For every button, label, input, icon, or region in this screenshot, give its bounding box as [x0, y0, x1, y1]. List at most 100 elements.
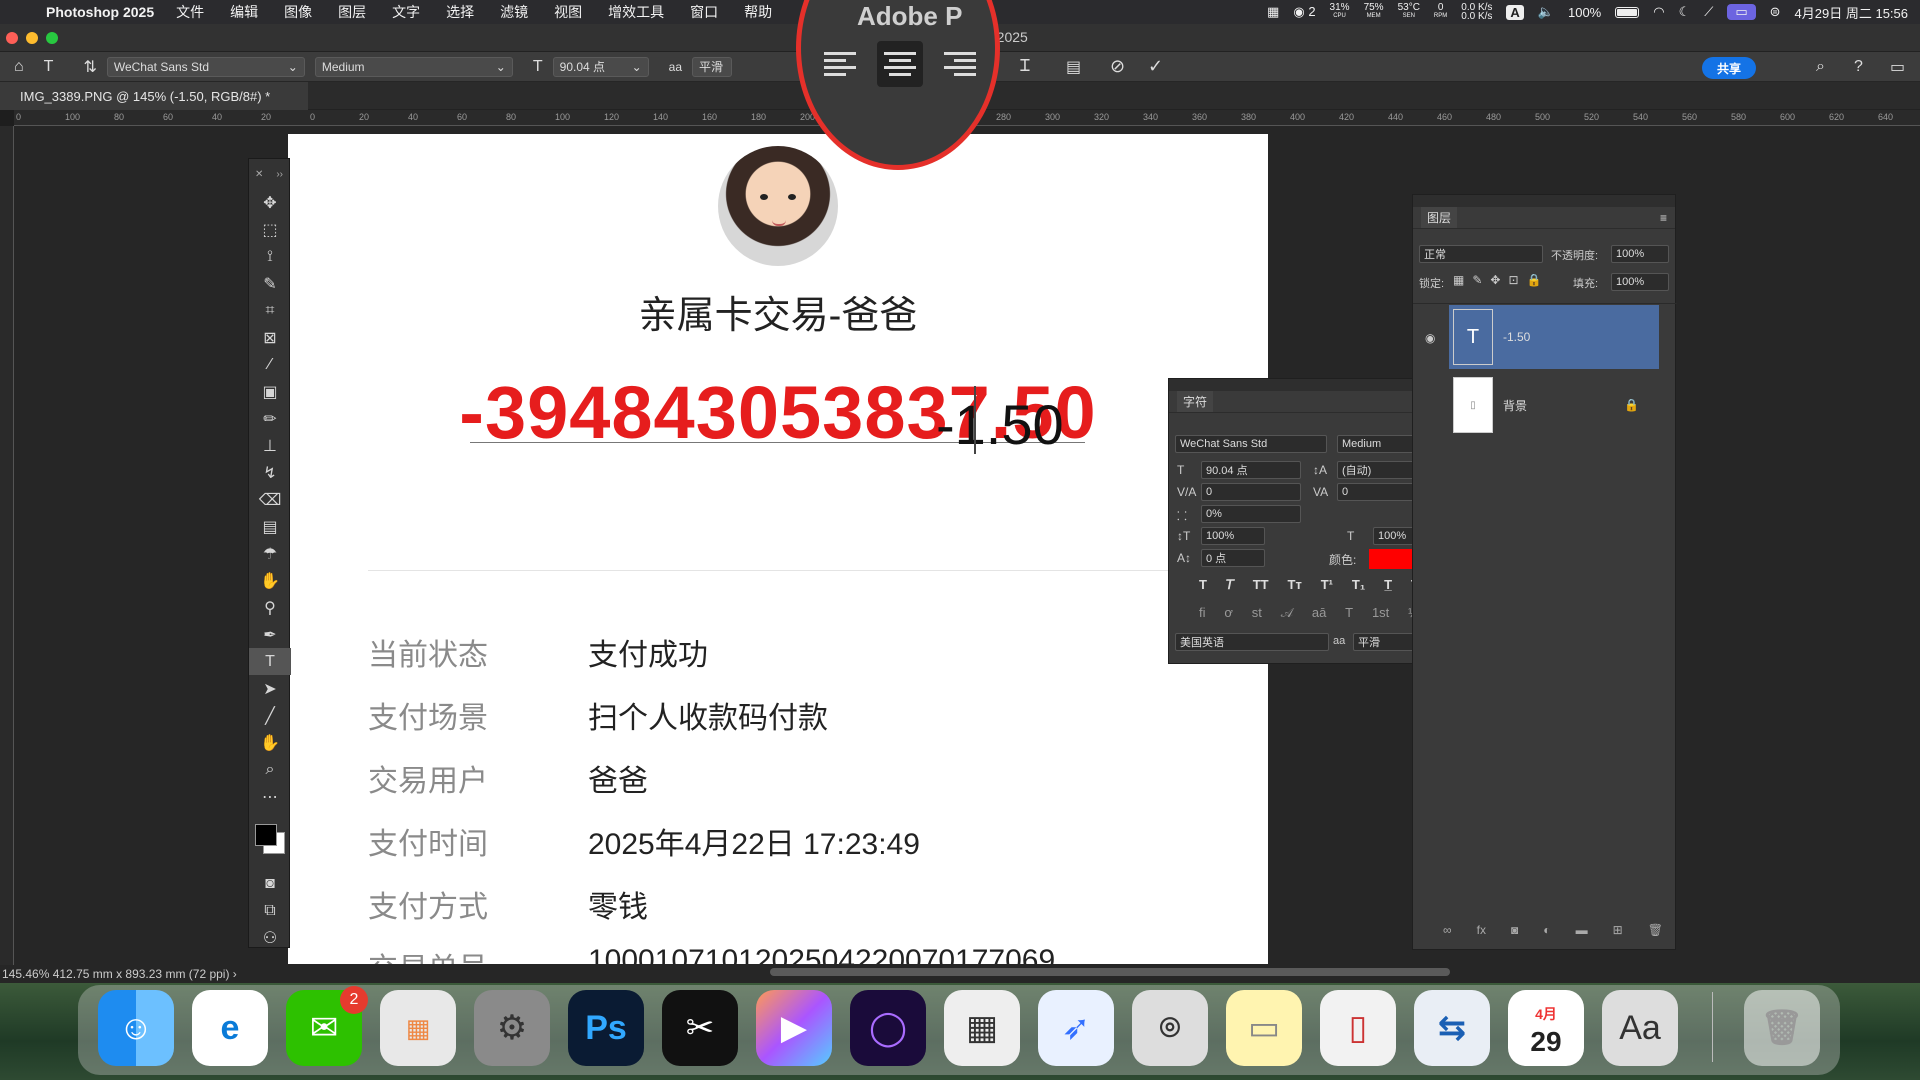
trash-icon[interactable]: 🗑 — [1648, 923, 1663, 937]
align-left-button[interactable] — [817, 41, 863, 87]
calendar-icon[interactable]: 4月 29 — [1508, 990, 1584, 1066]
crop-tool-icon[interactable]: ⌗ — [249, 297, 291, 324]
tsume-field[interactable]: 0% — [1201, 505, 1301, 523]
dictionary-icon[interactable]: Aa — [1602, 990, 1678, 1066]
faux-bold-icon[interactable]: T — [1199, 577, 1207, 593]
imazing-icon[interactable]: ▯ — [1320, 990, 1396, 1066]
screen-mirror-icon[interactable]: ▭ — [1727, 4, 1756, 20]
eraser-tool-icon[interactable]: ⌫ — [249, 486, 291, 513]
menu-window[interactable]: 窗口 — [690, 2, 718, 22]
minimize-window-button[interactable] — [26, 32, 38, 44]
control-center-icon[interactable]: ⊜ — [1770, 4, 1781, 20]
type-tool-icon[interactable]: T — [249, 648, 291, 675]
pen-tool-icon[interactable]: ✒ — [249, 621, 291, 648]
menu-select[interactable]: 选择 — [446, 2, 474, 22]
grid-icon[interactable]: ▦ — [1267, 4, 1279, 20]
move-tool-icon[interactable]: ✥ — [249, 189, 291, 216]
type-tool-icon[interactable]: T — [44, 58, 54, 76]
menu-layer[interactable]: 图层 — [338, 2, 366, 22]
search-icon[interactable]: ⌕ — [1816, 58, 1825, 76]
language-select[interactable]: 美国英语 — [1175, 633, 1329, 651]
contextual-alternates-icon[interactable]: ơ — [1224, 605, 1233, 621]
battery-icon[interactable] — [1615, 6, 1640, 18]
close-window-button[interactable] — [6, 32, 18, 44]
underline-icon[interactable]: T̲ — [1384, 577, 1392, 593]
history-brush-icon[interactable]: ↯ — [249, 459, 291, 486]
blend-mode-select[interactable]: 正常 — [1419, 245, 1543, 263]
system-settings-icon[interactable]: ⚙ — [474, 990, 550, 1066]
link-layers-icon[interactable]: ∞ — [1443, 923, 1452, 937]
align-right-button[interactable] — [937, 41, 983, 87]
font-size-field[interactable]: 90.04 点 — [1201, 461, 1301, 479]
final-cut-icon[interactable]: ▶ — [756, 990, 832, 1066]
wifi-icon[interactable]: ◠ — [1653, 4, 1664, 20]
layer-row-text[interactable]: T -1.50 — [1449, 305, 1659, 369]
trash-icon[interactable]: 🗑 — [1744, 990, 1820, 1066]
capcut-icon[interactable]: ✂ — [662, 990, 738, 1066]
edge-icon[interactable]: e — [192, 990, 268, 1066]
object-select-tool-icon[interactable]: ⟟ — [249, 243, 291, 270]
baseline-shift-field[interactable]: 0 点 — [1201, 549, 1265, 567]
quick-select-tool-icon[interactable]: ✎ — [249, 270, 291, 297]
more-tools-icon[interactable]: ⋯ — [249, 783, 291, 810]
ordinals-icon[interactable]: 1st — [1372, 605, 1389, 621]
photoshop-icon[interactable]: Ps — [568, 990, 644, 1066]
new-layer-icon[interactable]: ⊞ — [1613, 923, 1623, 937]
home-icon[interactable]: ⌂ — [14, 58, 24, 76]
healing-tool-icon[interactable]: ▣ — [249, 378, 291, 405]
close-icon[interactable]: ✕ — [255, 169, 263, 180]
input-method-icon[interactable]: A — [1506, 4, 1524, 20]
menu-type[interactable]: 文字 — [392, 2, 420, 22]
help-icon[interactable]: ? — [1854, 58, 1863, 76]
discretionary-ligatures-icon[interactable]: st — [1252, 605, 1262, 621]
dodge-tool-icon[interactable]: ⚲ — [249, 594, 291, 621]
document-canvas[interactable]: 亲属卡交易-爸爸 -394843053837.50 -1.50 当前状态 支付成功… — [288, 134, 1268, 964]
character-panel-toggle-icon[interactable]: ▤ — [1066, 57, 1081, 77]
menu-file[interactable]: 文件 — [176, 2, 204, 22]
screen-recorder-icon[interactable]: ◯ — [850, 990, 926, 1066]
blur-tool-icon[interactable]: ☂ — [249, 540, 291, 567]
teamviewer-icon[interactable]: ⇆ — [1414, 990, 1490, 1066]
feishu-icon[interactable]: ➶ — [1038, 990, 1114, 1066]
foreground-color-swatch[interactable] — [255, 824, 277, 846]
launchpad-icon[interactable]: ▦ — [380, 990, 456, 1066]
eye-icon[interactable]: ◉ — [1425, 331, 1435, 345]
hand-tool-icon[interactable]: ✋ — [249, 729, 291, 756]
titling-icon[interactable]: T — [1345, 605, 1353, 621]
align-center-button[interactable] — [877, 41, 923, 87]
clock-datetime[interactable]: 4月29日 周二 15:56 — [1795, 3, 1908, 22]
document-tab[interactable]: IMG_3389.PNG @ 145% (-1.50, RGB/8#) * — [0, 82, 308, 110]
brush-tool-icon[interactable]: ✏ — [249, 405, 291, 432]
adjustment-icon[interactable]: ◐ — [1543, 923, 1550, 937]
wechat-status-icon[interactable]: ◉ 2 — [1293, 4, 1315, 20]
horizontal-scrollbar[interactable] — [770, 968, 1450, 976]
font-style-select[interactable]: Medium ⌄ — [314, 56, 513, 77]
screen-mode-icon[interactable]: ⧉ — [249, 897, 291, 924]
quick-mask-icon[interactable]: ◙ — [249, 870, 291, 897]
cpu-stat[interactable]: 31% CPU — [1330, 3, 1350, 21]
temp-stat[interactable]: 53°C SEN — [1398, 3, 1420, 21]
font-size-select[interactable]: 90.04 点 ⌄ — [552, 56, 649, 77]
vertical-scale-field[interactable]: 100% — [1201, 527, 1265, 545]
stylistic-alternates-icon[interactable]: aā — [1312, 605, 1326, 621]
zoom-window-button[interactable] — [46, 32, 58, 44]
volume-icon[interactable]: 🔈 — [1538, 4, 1554, 20]
share-button[interactable]: 共享 — [1702, 57, 1756, 79]
network-stat[interactable]: 0.0 K/s 0.0 K/s — [1461, 3, 1492, 22]
layer-row-background[interactable]: ▯ 背景 🔒 — [1449, 373, 1659, 437]
menu-edit[interactable]: 编辑 — [230, 2, 258, 22]
menu-image[interactable]: 图像 — [284, 2, 312, 22]
edit-toolbar-icon[interactable]: ⚇ — [249, 924, 291, 951]
stamp-tool-icon[interactable]: ⊥ — [249, 432, 291, 459]
eyedropper-tool-icon[interactable]: ⁄ — [249, 351, 291, 378]
superscript-icon[interactable]: T¹ — [1321, 577, 1333, 593]
commit-edit-icon[interactable]: ✓ — [1148, 56, 1163, 77]
swash-icon[interactable]: 𝒜 — [1281, 605, 1293, 621]
small-caps-icon[interactable]: Tт — [1288, 577, 1302, 593]
toggle-text-orientation-icon[interactable]: ⇅ — [83, 57, 96, 77]
marquee-tool-icon[interactable]: ⬚ — [249, 216, 291, 243]
path-select-icon[interactable]: ➤ — [249, 675, 291, 702]
fill-field[interactable]: 100% — [1611, 273, 1669, 291]
ligatures-icon[interactable]: fi — [1199, 605, 1206, 621]
focus-moon-icon[interactable]: ☾ — [1679, 4, 1691, 20]
